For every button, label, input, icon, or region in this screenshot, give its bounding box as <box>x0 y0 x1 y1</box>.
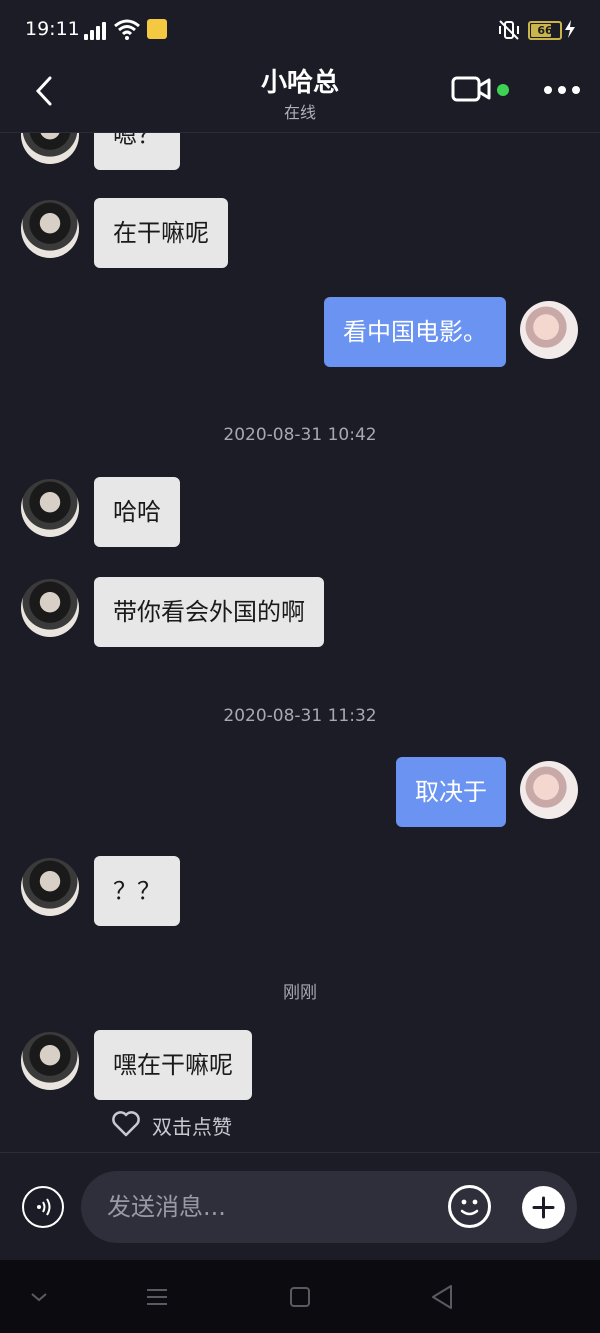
heart-icon <box>112 1111 140 1137</box>
contact-avatar[interactable] <box>21 479 79 537</box>
my-avatar[interactable] <box>520 761 578 819</box>
contact-avatar[interactable] <box>21 858 79 916</box>
battery-level: 66 <box>537 24 553 37</box>
message-row: 嗯？ <box>0 133 600 170</box>
message-row: 取决于 <box>0 757 600 829</box>
message-bubble[interactable]: 在干嘛呢 <box>94 198 228 268</box>
nav-back-icon[interactable] <box>430 1284 454 1310</box>
message-bubble[interactable]: 哈哈 <box>94 477 180 547</box>
message-row: 哈哈 <box>0 477 600 549</box>
timestamp: 2020-08-31 11:32 <box>223 706 377 726</box>
message-row: 嘿在干嘛呢 <box>0 1030 600 1102</box>
battery-icon: 66 <box>528 21 562 40</box>
nav-home-icon[interactable] <box>289 1286 311 1308</box>
app-notification-icon <box>147 19 167 39</box>
system-nav-bar <box>0 1260 600 1333</box>
voice-input-icon[interactable] <box>22 1186 64 1228</box>
contact-avatar[interactable] <box>21 133 79 164</box>
like-hint-label: 双击点赞 <box>152 1115 232 1139</box>
more-icon[interactable] <box>544 86 580 96</box>
contact-avatar[interactable] <box>21 200 79 258</box>
video-call-icon[interactable] <box>451 74 493 104</box>
message-row: 带你看会外国的啊 <box>0 577 600 649</box>
nav-collapse-icon[interactable] <box>29 1291 49 1303</box>
message-bubble[interactable]: 看中国电影。 <box>324 297 506 367</box>
message-input[interactable] <box>81 1171 577 1243</box>
wifi-icon <box>114 19 140 40</box>
signal-icon <box>84 22 108 40</box>
online-indicator <box>497 84 509 96</box>
message-row: ？？ <box>0 856 600 928</box>
message-list: 嗯？ 在干嘛呢 看中国电影。 2020-08-31 10:42 哈哈 带你看会外… <box>0 133 600 1151</box>
nav-menu-icon[interactable] <box>146 1287 168 1307</box>
input-bar <box>0 1152 600 1261</box>
message-bubble[interactable]: ？？ <box>94 856 180 926</box>
contact-avatar[interactable] <box>21 1032 79 1090</box>
message-bubble[interactable]: 取决于 <box>396 757 506 827</box>
status-time: 19:11 <box>25 18 80 40</box>
message-bubble[interactable]: 嘿在干嘛呢 <box>94 1030 252 1100</box>
my-avatar[interactable] <box>520 301 578 359</box>
message-row: 看中国电影。 <box>0 297 600 369</box>
timestamp: 刚刚 <box>283 983 317 1003</box>
charging-icon <box>565 20 575 38</box>
contact-status: 在线 <box>283 103 316 122</box>
timestamp: 2020-08-31 10:42 <box>223 425 377 445</box>
mute-icon <box>499 20 519 40</box>
add-icon[interactable] <box>522 1186 565 1229</box>
message-row: 在干嘛呢 <box>0 198 600 270</box>
message-bubble[interactable]: 带你看会外国的啊 <box>94 577 324 647</box>
message-bubble[interactable]: 嗯？ <box>94 133 180 170</box>
status-bar: 19:11 66 <box>0 0 600 58</box>
contact-avatar[interactable] <box>21 579 79 637</box>
chat-header: 小哈总 在线 <box>0 58 600 133</box>
emoji-icon[interactable] <box>448 1185 491 1228</box>
contact-name: 小哈总 <box>260 68 339 98</box>
like-hint[interactable]: 双击点赞 <box>112 1109 312 1139</box>
